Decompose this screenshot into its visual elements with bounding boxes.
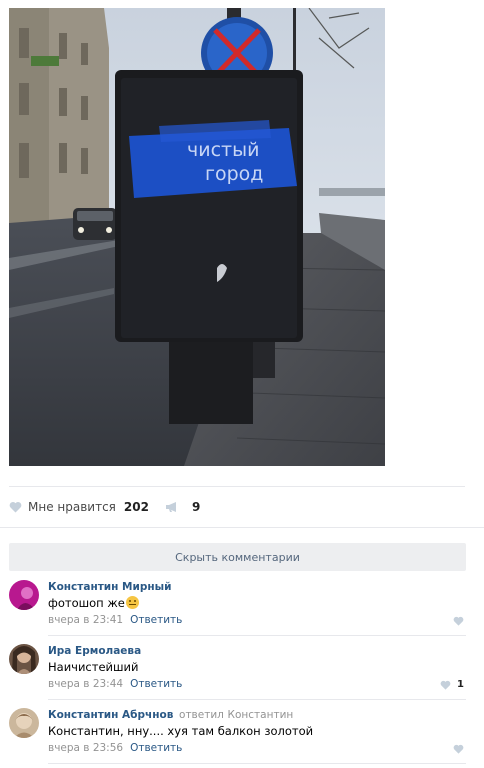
avatar[interactable] [9,708,39,738]
like-button[interactable]: Мне нравится 202 [9,500,149,514]
comment-meta: вчера в 23:44 Ответить [48,677,463,691]
comment-divider [48,635,466,636]
comment-item: Константин Абрчнов ответил Константин Ко… [9,708,466,754]
comment-like-button[interactable] [453,616,464,626]
post-actions: Мне нравится 202 9 [9,498,200,516]
divider [0,527,484,528]
comment-text: Константин, нну.... хуя там балкон золот… [48,724,314,738]
replied-to-name[interactable]: Константин [228,709,294,721]
comment-author[interactable]: Ира Ермолаева [48,644,463,658]
comment-author[interactable]: Константин Мирный [48,580,463,594]
poster-text-line-1: чистый [187,139,259,161]
avatar[interactable] [9,644,39,674]
post-photo[interactable]: чистый город [9,8,385,466]
comment-divider [48,699,466,700]
replied-label: ответил [179,709,224,721]
comment-text-content: фотошоп же [48,596,125,610]
like-count: 202 [123,500,149,514]
share-count: 9 [191,500,201,514]
avatar[interactable] [9,580,39,610]
comment-item: Константин Мирный фотошоп же вчера в 23:… [9,580,466,626]
comment-author-name[interactable]: Константин Абрчнов [48,709,173,721]
comment-time[interactable]: вчера в 23:44 [48,678,123,690]
heart-icon [440,680,451,690]
reply-button[interactable]: Ответить [130,742,182,754]
comment-like-button[interactable] [453,744,464,754]
comment-like-count: 1 [457,679,464,690]
reply-button[interactable]: Ответить [130,678,182,690]
heart-icon [453,616,464,626]
comment-meta: вчера в 23:56 Ответить [48,741,463,755]
share-button[interactable]: 9 [165,500,200,514]
poster-text-line-2: город [205,163,263,185]
comment-time[interactable]: вчера в 23:41 [48,614,123,626]
comment-time[interactable]: вчера в 23:56 [48,742,123,754]
comment-like-button[interactable]: 1 [440,679,464,690]
divider [9,486,465,487]
heart-icon [9,501,22,513]
wall-post: чистый город Мне нравится 202 9 Скрыть к… [0,0,484,768]
like-label: Мне нравится [28,500,116,514]
comment-divider [48,763,466,764]
megaphone-icon [165,501,179,513]
heart-icon [453,744,464,754]
street-billboard-image: чистый город [9,8,385,466]
comment-meta: вчера в 23:41 Ответить [48,613,463,627]
comment-item: Ира Ермолаева Наичистейший вчера в 23:44… [9,644,466,690]
slightly-smiling-emoji-icon [125,596,139,609]
comment-author: Константин Абрчнов ответил Константин [48,708,463,722]
reply-button[interactable]: Ответить [130,614,182,626]
comment-text: Наичистейший [48,660,139,674]
hide-comments-button[interactable]: Скрыть комментарии [9,543,466,571]
comment-text: фотошоп же [48,594,463,612]
